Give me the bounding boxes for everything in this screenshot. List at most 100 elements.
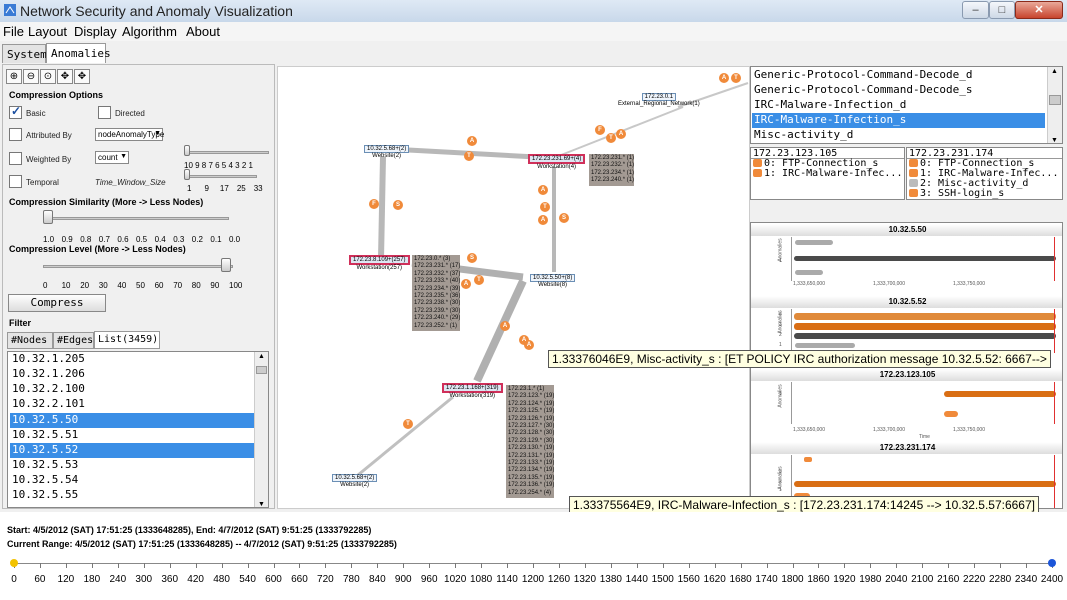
menu-layout[interactable]: Layout (28, 24, 67, 39)
weighted-slider-thumb[interactable] (184, 145, 190, 156)
list-item[interactable]: 10.32.5.51 (10, 428, 254, 443)
range-end-handle[interactable] (1048, 559, 1056, 567)
list-item[interactable]: 10.32.5.50 (10, 413, 254, 428)
weighted-slider-track[interactable] (187, 151, 269, 154)
alert-item[interactable]: Misc-activity_d (752, 128, 1045, 143)
anomaly-badge-icon[interactable]: T (606, 133, 616, 143)
timeline-bar[interactable] (795, 270, 823, 275)
list-item[interactable]: 10.32.5.52 (10, 443, 254, 458)
anomaly-badge-icon[interactable]: T (474, 275, 484, 285)
anomaly-badge-icon[interactable]: S (393, 200, 403, 210)
timeline-bar[interactable] (794, 333, 1056, 339)
timeline-bar[interactable] (795, 240, 833, 245)
anomaly-badge-icon[interactable]: A (538, 215, 548, 225)
timeline-bar[interactable] (944, 391, 1056, 397)
tab-system[interactable]: System (2, 44, 47, 63)
table-row[interactable]: 1: IRC-Malware-Infec... (751, 169, 904, 179)
compress-button[interactable]: Compress (8, 294, 106, 312)
alert-item[interactable]: Generic-Protocol-Command-Decode_s (752, 83, 1045, 98)
alert-item[interactable]: IRC-Malware-Infection_s (752, 113, 1045, 128)
anomaly-badge-icon[interactable]: A (500, 321, 510, 331)
graph-node[interactable]: 10.32.5.68+(2) Website(2) (364, 145, 410, 159)
pan-icon[interactable]: ✥ (57, 69, 73, 84)
temporal-checkbox[interactable] (9, 175, 22, 188)
tab-edges[interactable]: #Edges (53, 332, 94, 349)
timeline-bar[interactable] (944, 411, 958, 417)
list-item[interactable]: 10.32.5.55 (10, 488, 254, 503)
anomaly-badge-icon[interactable]: T (731, 73, 741, 83)
alert-scrollbar[interactable]: ▲ ▼ (1047, 67, 1062, 143)
timeline-bar[interactable] (794, 256, 1056, 261)
event-mark[interactable] (804, 457, 812, 462)
menu-about[interactable]: About (186, 24, 220, 39)
zoom-in-icon[interactable]: ⊕ (6, 69, 22, 84)
list-scrollbar[interactable]: ▲ ▼ (254, 352, 268, 507)
move-icon[interactable]: ✥ (74, 69, 90, 84)
timeline-plot[interactable] (791, 237, 1057, 281)
temporal-slider-thumb[interactable] (184, 169, 190, 180)
anomaly-badge-icon[interactable]: A (616, 129, 626, 139)
minimize-button[interactable]: – (962, 1, 989, 19)
timeline-plot[interactable] (791, 382, 1057, 424)
similarity-slider-thumb[interactable] (43, 210, 53, 224)
graph-node[interactable]: 172.23.231.69+(4) Workstation(4) (528, 154, 586, 170)
basic-checkbox[interactable] (9, 104, 22, 119)
level-slider-track[interactable] (43, 265, 233, 268)
anomaly-badge-icon[interactable]: A (524, 340, 534, 350)
weighted-select[interactable]: count ▼ (95, 151, 129, 164)
timeline-bar[interactable] (795, 343, 855, 348)
timeline-bar[interactable] (794, 313, 1056, 320)
zoom-out-icon[interactable]: ⊖ (23, 69, 39, 84)
tab-list[interactable]: List(3459) (94, 331, 160, 349)
weighted-checkbox[interactable] (9, 152, 22, 165)
alert-item[interactable]: IRC-Malware-Infection_d (752, 98, 1045, 113)
anomaly-badge-icon[interactable]: F (369, 199, 379, 209)
anomaly-badge-icon[interactable]: T (540, 202, 550, 212)
anomaly-badge-icon[interactable]: T (403, 419, 413, 429)
timeline-plot[interactable] (791, 309, 1057, 353)
anomaly-badge-icon[interactable]: A (461, 279, 471, 289)
graph-node[interactable]: 172.23.8.109+(257) Workstation(257) (349, 255, 410, 271)
maximize-button[interactable]: □ (989, 1, 1015, 19)
tab-anomalies[interactable]: Anomalies (46, 43, 111, 63)
list-item[interactable]: 10.32.1.206 (10, 367, 254, 382)
timeline-bar[interactable] (794, 323, 1056, 330)
scroll-thumb[interactable] (1049, 95, 1061, 105)
alert-item[interactable]: Generic-Protocol-Command-Decode_d (752, 68, 1045, 83)
list-item[interactable]: 10.32.5.54 (10, 473, 254, 488)
anomaly-badge-icon[interactable]: A (538, 185, 548, 195)
graph-node[interactable]: 10.32.5.50+(8) Website(8) (530, 274, 576, 288)
graph-node[interactable]: 172.23.0.1 External_Regional_Network(1) (618, 93, 700, 107)
menu-file[interactable]: File (3, 24, 24, 39)
anomaly-badge-icon[interactable]: S (559, 213, 569, 223)
attributed-select[interactable]: nodeAnomalyType ▼ (95, 128, 164, 141)
zoom-fit-icon[interactable]: ⊙ (40, 69, 56, 84)
graph-node[interactable]: 172.23.1.168+(319) Workstation(319) (442, 383, 503, 399)
anomaly-badge-icon[interactable]: S (467, 253, 477, 263)
list-item[interactable]: 10.32.1.205 (10, 352, 254, 367)
attributed-checkbox[interactable] (9, 128, 22, 141)
list-item[interactable]: 10.32.2.100 (10, 382, 254, 397)
anomaly-badge-icon[interactable]: A (719, 73, 729, 83)
directed-checkbox[interactable] (98, 106, 111, 119)
scroll-down-icon[interactable]: ▼ (1051, 137, 1058, 143)
scroll-up-icon[interactable]: ▲ (1051, 68, 1058, 75)
close-button[interactable]: ✕ (1015, 1, 1063, 19)
anomaly-badge-icon[interactable]: F (595, 125, 605, 135)
anomaly-badge-icon[interactable]: A (467, 136, 477, 146)
list-item[interactable]: 10.32.5.53 (10, 458, 254, 473)
timeline-bar[interactable] (794, 481, 1056, 487)
anomaly-badge-icon[interactable]: T (464, 151, 474, 161)
temporal-slider-track[interactable] (187, 175, 257, 178)
range-start-handle[interactable] (10, 559, 18, 567)
graph-node[interactable]: 10.32.5.68+(2) Website(2) (332, 474, 378, 488)
scroll-down-icon[interactable]: ▼ (258, 501, 265, 507)
scroll-up-icon[interactable]: ▲ (258, 353, 265, 360)
menu-display[interactable]: Display (74, 24, 117, 39)
network-graph[interactable]: 172.23.0.1 External_Regional_Network(1) 1… (277, 66, 750, 509)
table-row[interactable]: 3: SSH-login_s (907, 189, 1062, 199)
similarity-slider-track[interactable] (43, 217, 229, 220)
list-item[interactable]: 10.32.2.101 (10, 397, 254, 412)
scroll-thumb[interactable] (256, 366, 267, 374)
level-slider-thumb[interactable] (221, 258, 231, 272)
